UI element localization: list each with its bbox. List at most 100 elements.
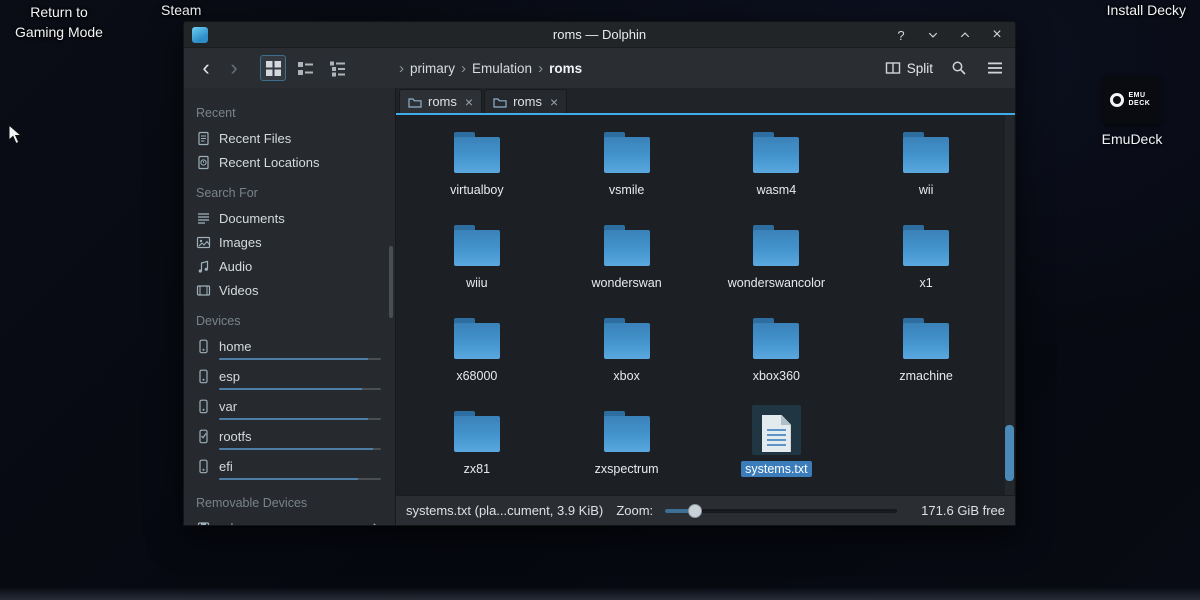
tab-roms-inactive[interactable]: roms × [484,89,567,113]
folder-tab-icon [408,96,422,108]
sidebar-item-primary[interactable]: primary [196,516,395,525]
sidebar-item-images[interactable]: Images [196,230,395,254]
folder-icon [753,230,799,266]
sidebar-item-documents[interactable]: Documents [196,206,395,230]
crumb-separator: › [535,60,546,77]
tab-bar: roms × roms × [396,88,1015,115]
folder-item-zmachine[interactable]: zmachine [851,305,1001,398]
crumb-separator: › [458,60,469,77]
drive-icon [196,369,211,384]
return-line2: Gaming Mode [4,22,114,42]
dolphin-window: roms — Dolphin ? × ‹ › [183,21,1016,526]
compact-view-button[interactable] [292,55,318,81]
folder-item-wii[interactable]: wii [851,119,1001,212]
tab-roms-active[interactable]: roms × [399,89,482,113]
desktop-icon-label-install-decky[interactable]: Install Decky [1107,2,1186,18]
folder-item-xbox[interactable]: xbox [552,305,702,398]
sidebar-item-label: rootfs [219,429,252,444]
folder-item-xbox360[interactable]: xbox360 [702,305,852,398]
usage-bar [219,448,381,450]
folder-item-vsmile[interactable]: vsmile [552,119,702,212]
audio-icon [196,259,211,274]
emudeck-icon-text: EMU DECK [1129,92,1155,109]
close-button[interactable]: × [989,27,1005,43]
icons-view-button[interactable] [260,55,286,81]
return-line1: Return to [4,2,114,22]
icons-view-icon [265,60,282,77]
folder-icon [753,137,799,173]
folder-item-wonderswancolor[interactable]: wonderswancolor [702,212,852,305]
sidebar-item-label: Documents [219,211,285,226]
file-view-scrollbar-handle[interactable] [1005,425,1014,481]
search-icon [951,60,967,76]
sidebar-item-videos[interactable]: Videos [196,278,395,302]
status-bar: systems.txt (pla...cument, 3.9 KiB) Zoom… [396,495,1015,525]
folder-item-wiiu[interactable]: wiiu [402,212,552,305]
sidebar-item-rootfs[interactable]: rootfs [196,424,395,454]
maximize-button[interactable] [957,27,973,43]
removable-drive-icon [196,521,211,526]
zoom-slider-handle[interactable] [688,504,702,518]
recent-document-icon [196,131,211,146]
breadcrumb-primary[interactable]: primary [407,61,458,76]
tab-close-icon[interactable]: × [465,95,473,109]
sidebar-item-home[interactable]: home [196,334,395,364]
desktop-icon-label-steam[interactable]: Steam [161,2,201,18]
desktop-icon-emudeck[interactable]: EMU DECK EmuDeck [1090,76,1174,147]
sidebar-item-var[interactable]: var [196,394,395,424]
folder-tab-icon [493,96,507,108]
usage-bar [219,358,381,360]
folder-icon [604,323,650,359]
folder-item-zx81[interactable]: zx81 [402,398,552,491]
folder-item-virtualboy[interactable]: virtualboy [402,119,552,212]
folder-icon [454,137,500,173]
folder-item-x68000[interactable]: x68000 [402,305,552,398]
sidebar-item-label: Audio [219,259,252,274]
eject-icon[interactable] [368,522,381,526]
folder-icon [604,137,650,173]
folder-item-zxspectrum[interactable]: zxspectrum [552,398,702,491]
sidebar-item-recent-files[interactable]: Recent Files [196,126,395,150]
minimize-button[interactable] [925,27,941,43]
help-button[interactable]: ? [893,27,909,43]
back-button[interactable]: ‹ [194,57,218,79]
drive-mounted-icon [196,429,211,444]
zoom-slider[interactable] [665,504,897,518]
screen-bottom-edge [0,587,1200,600]
file-view[interactable]: virtualboy vsmile wasm4 wii [396,115,1015,495]
menu-button[interactable] [985,58,1005,78]
desktop-icon-label-return-to-gaming-mode[interactable]: Return to Gaming Mode [4,2,114,43]
breadcrumb-roms[interactable]: roms [546,61,585,76]
tab-label: roms [513,94,542,109]
tab-close-icon[interactable]: × [550,95,558,109]
section-search-for: Search For [196,186,395,200]
details-view-button[interactable] [324,55,350,81]
file-item-systems-txt[interactable]: systems.txt [702,398,852,491]
sidebar-item-audio[interactable]: Audio [196,254,395,278]
selection-status-text: systems.txt (pla...cument, 3.9 KiB) [406,503,608,518]
sidebar-scrollbar[interactable] [389,246,393,318]
sidebar-item-label: var [219,399,237,414]
breadcrumb-emulation[interactable]: Emulation [469,61,535,76]
emudeck-logo-icon [1110,93,1124,107]
sidebar-item-label: home [219,339,252,354]
sidebar-item-recent-locations[interactable]: Recent Locations [196,150,395,174]
details-view-icon [329,60,346,77]
folder-item-wasm4[interactable]: wasm4 [702,119,852,212]
folder-item-x1[interactable]: x1 [851,212,1001,305]
free-space-text: 171.6 GiB free [921,503,1005,518]
titlebar[interactable]: roms — Dolphin ? × [184,22,1015,48]
folder-icon [604,416,650,452]
chevron-up-icon [959,29,971,41]
images-icon [196,235,211,250]
folder-icon [903,230,949,266]
folder-item-wonderswan[interactable]: wonderswan [552,212,702,305]
search-button[interactable] [949,58,969,78]
sidebar-item-label: Recent Files [219,131,291,146]
sidebar-item-efi[interactable]: efi [196,454,395,484]
sidebar-item-label: Videos [219,283,259,298]
split-button[interactable]: Split [885,60,933,76]
section-removable-devices: Removable Devices [196,496,395,510]
sidebar-item-esp[interactable]: esp [196,364,395,394]
forward-button[interactable]: › [222,57,246,79]
